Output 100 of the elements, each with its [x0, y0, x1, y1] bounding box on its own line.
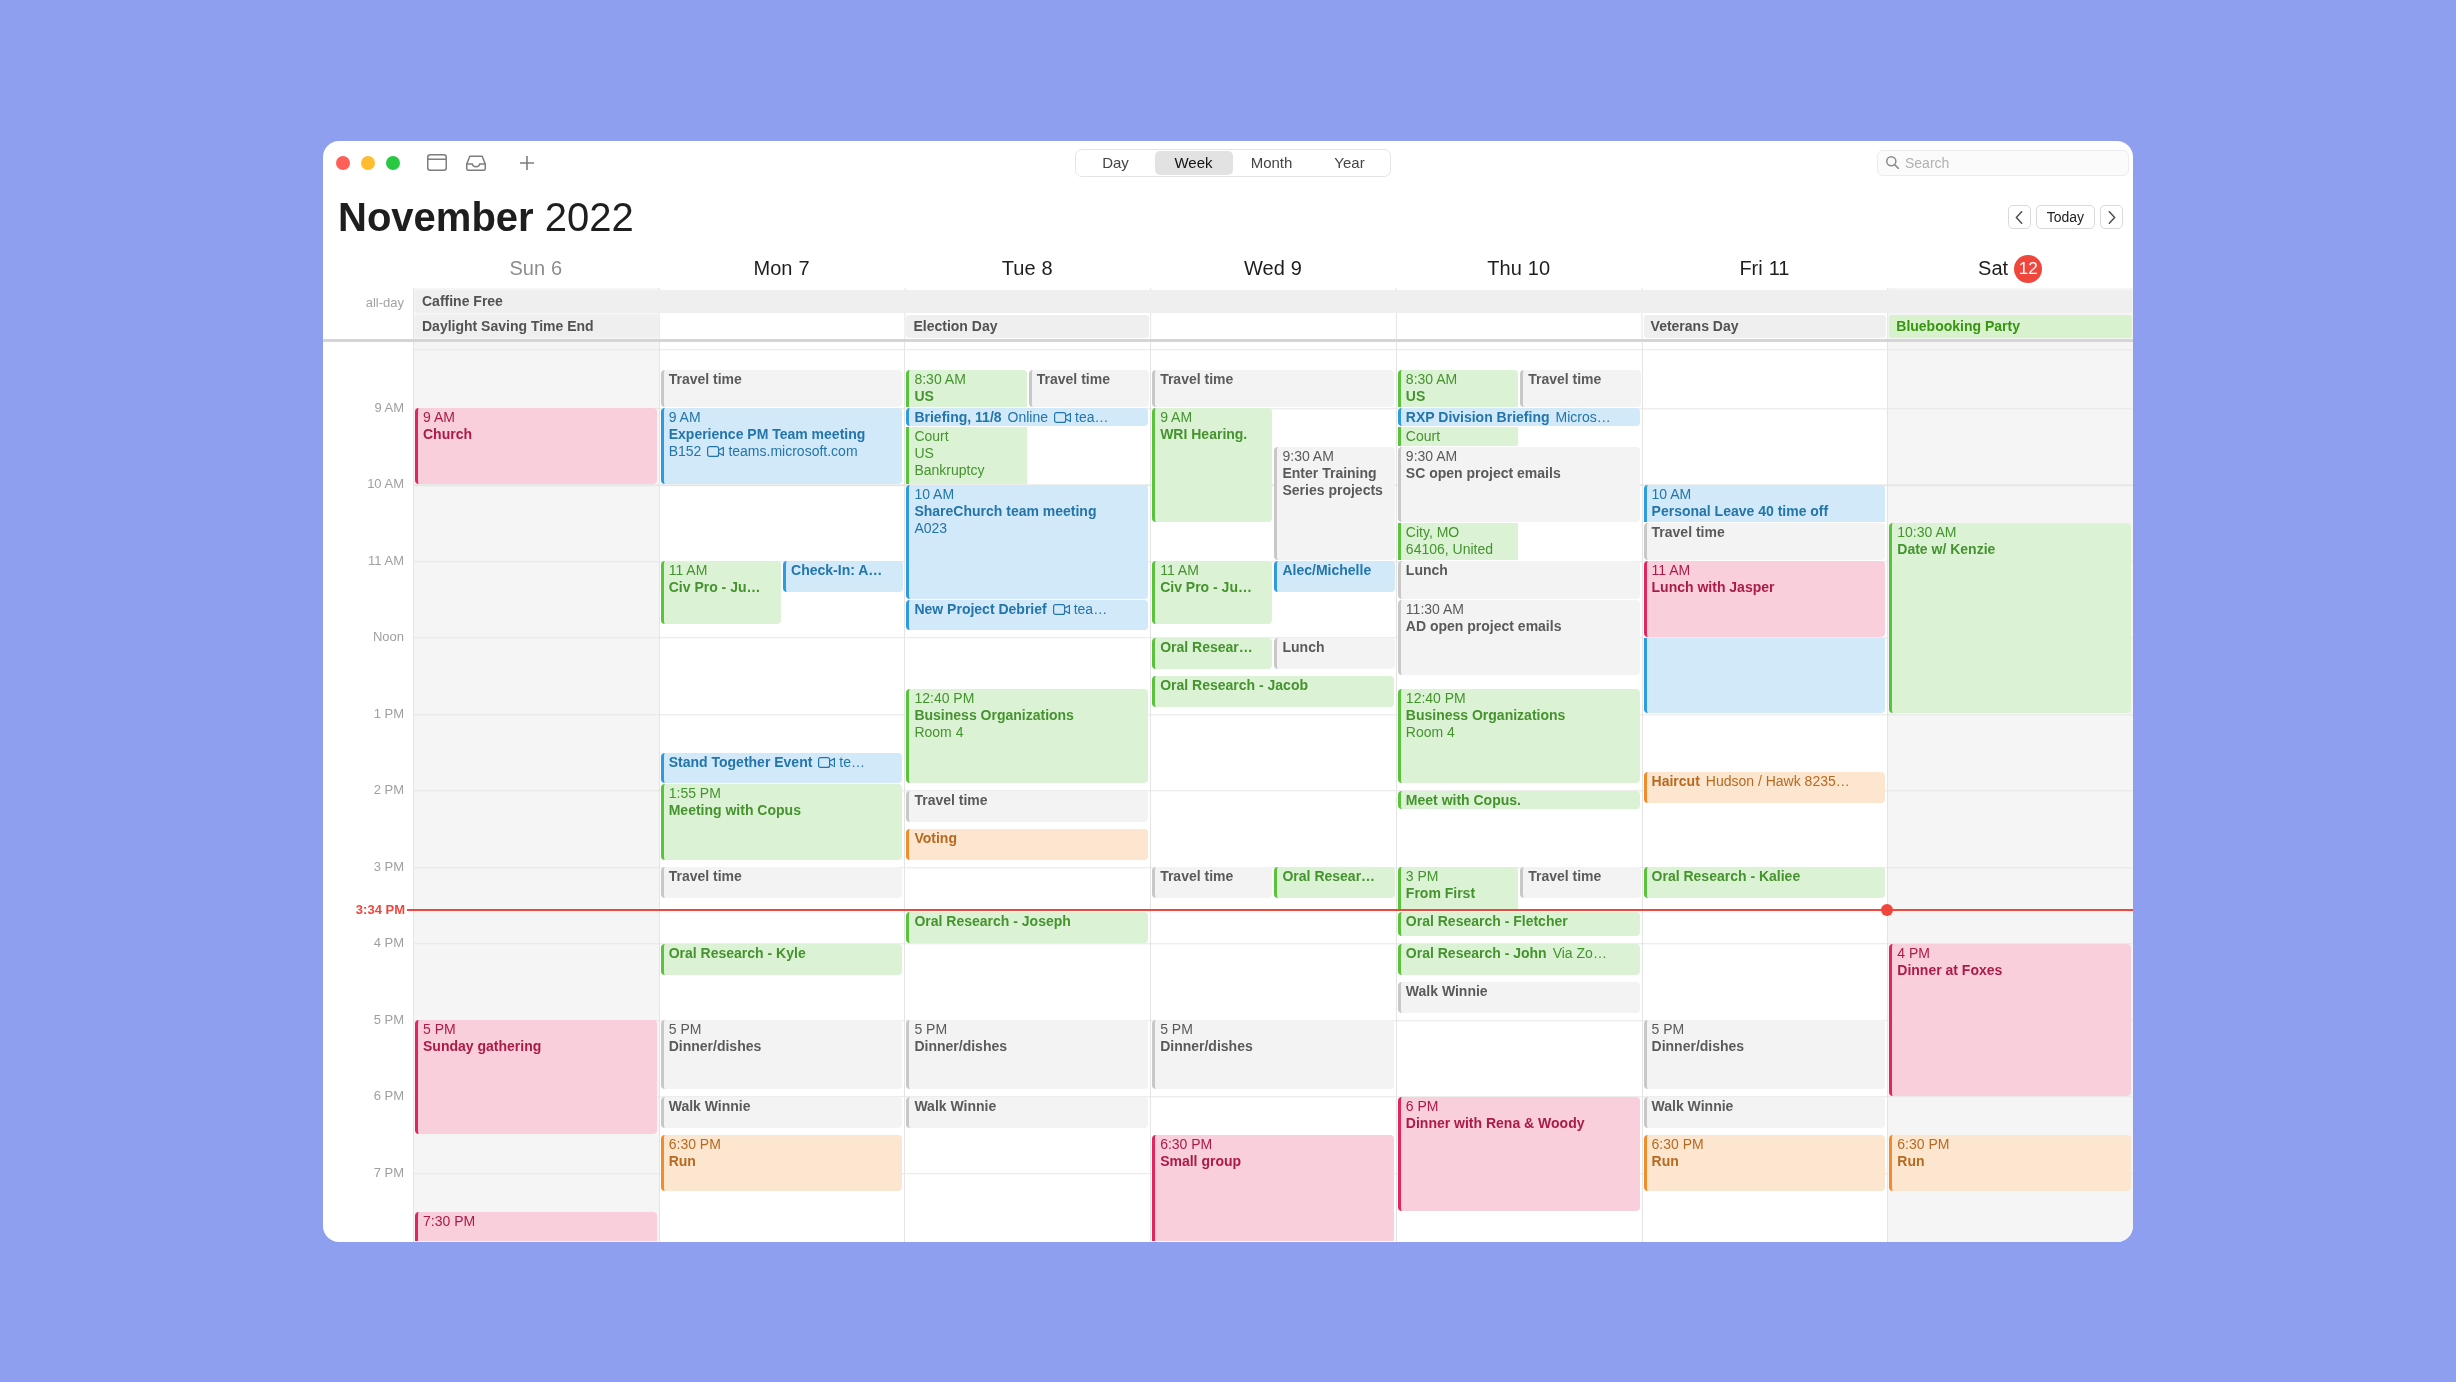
today-button[interactable]: Today — [2035, 205, 2095, 229]
calendar-event[interactable]: 9:30 AM SC open project emails — [1397, 446, 1640, 523]
event-time: 4 PM — [1897, 944, 1931, 962]
calendar-event[interactable]: 11 AM Civ Pro - Ju… — [660, 561, 782, 625]
event-time: 9:30 AM — [1405, 447, 1459, 465]
calendar-event[interactable]: Travel time — [1643, 523, 1886, 561]
calendar-event[interactable]: Oral Research - John Via Zo… — [1397, 943, 1640, 975]
calendar-event[interactable]: 11:30 AM AD open project emails — [1397, 599, 1640, 676]
calendar-event[interactable]: Oral Research - Kaliee — [1643, 867, 1886, 899]
calendar-event[interactable]: 12:40 PM Business Organizations Room 4 — [906, 688, 1149, 784]
event-location: Hudson / Hawk 8235… — [1705, 772, 1850, 789]
calendar-event[interactable]: Oral Research - Kyle — [660, 943, 903, 975]
calendar-event[interactable]: 9 AM WRI Hearing. — [1152, 408, 1273, 523]
calendar-event[interactable]: Alec/Michelle — [1274, 561, 1395, 593]
view-tab[interactable]: Year — [1310, 150, 1389, 175]
calendar-event[interactable]: Briefing, 11/8 Online tea… — [906, 408, 1149, 427]
hour-label: 3 PM — [373, 858, 404, 875]
calendar-event[interactable]: 6:30 PM Run — [660, 1135, 903, 1192]
calendar-event[interactable]: Travel time — [660, 370, 903, 408]
calendar-event[interactable]: 6 PM Dinner with Rena & Woody — [1397, 1096, 1640, 1211]
calendar-event[interactable]: 8:30 AM US — [906, 370, 1027, 408]
event-title: From First — [1405, 885, 1477, 903]
calendar-event[interactable]: Oral Research - Fletcher — [1397, 911, 1640, 937]
next-week-button[interactable] — [2100, 205, 2123, 229]
calendar-event[interactable]: 12:40 PM Business Organizations Room 4 — [1397, 688, 1640, 784]
calendar-event[interactable]: 10 AM Personal Leave 40 time off — [1643, 484, 1886, 523]
all-day-event[interactable]: Election Day — [906, 314, 1150, 338]
calendar-event[interactable]: 6:30 PM Run — [1643, 1135, 1886, 1192]
all-day-event[interactable]: Bluebooking Party — [1889, 314, 2132, 338]
view-tab[interactable]: Week — [1154, 150, 1233, 175]
hour-label: 1 PM — [373, 705, 404, 722]
search-field[interactable]: Search — [1877, 149, 2129, 176]
inbox-icon[interactable] — [466, 154, 486, 171]
calendar-event[interactable]: 9 AM Experience PM Team meeting B152 teams.microsoft.com — [660, 408, 903, 484]
calendar-event[interactable]: Court — [1397, 427, 1519, 446]
previous-week-button[interactable] — [2007, 205, 2031, 229]
calendar-event[interactable]: Check-In: A… — [783, 561, 904, 593]
calendar-event[interactable]: New Project Debrief tea… — [906, 599, 1149, 631]
calendar-event[interactable]: Walk Winnie — [1643, 1096, 1886, 1128]
event-title: RXP Division Briefing — [1405, 409, 1550, 426]
calendar-event[interactable]: 10 AM ShareChurch team meeting A023 — [906, 484, 1149, 599]
calendar-event[interactable]: 5 PM Dinner/dishes — [1152, 1020, 1394, 1090]
calendar-event[interactable]: 5 PM Dinner/dishes — [660, 1020, 903, 1090]
calendar-event[interactable]: Walk Winnie — [906, 1096, 1149, 1128]
zoom-button[interactable] — [386, 155, 400, 170]
event-time: 11 AM — [1651, 562, 1692, 580]
calendar-event[interactable]: Travel time — [1520, 370, 1641, 408]
view-tab[interactable]: Month — [1232, 150, 1311, 175]
calendar-event[interactable]: 7:30 PM — [415, 1211, 657, 1241]
calendar-event[interactable]: Meet with Copus. — [1397, 790, 1640, 809]
calendar-event[interactable]: 5 PM Sunday gathering — [415, 1020, 657, 1135]
calendar-event[interactable]: Travel time — [660, 867, 903, 899]
calendar-event[interactable]: Oral Research - Jacob — [1152, 676, 1394, 707]
calendar-event[interactable]: 3 PM From First — [1397, 867, 1519, 911]
calendar-event[interactable]: Lunch — [1274, 637, 1395, 669]
calendar-event[interactable]: Court US Bankruptcy — [906, 427, 1027, 484]
all-day-event[interactable]: Caffine Free — [415, 289, 2132, 313]
event-detail: 64106, United — [1405, 541, 1495, 559]
calendar-event[interactable]: 5 PM Dinner/dishes — [906, 1020, 1149, 1090]
calendar-event[interactable]: Haircut Hudson / Hawk 8235… — [1643, 771, 1886, 803]
close-button[interactable] — [336, 155, 350, 170]
calendar-event[interactable]: Travel time — [1152, 370, 1394, 408]
calendar-event[interactable]: Oral Resear… — [1274, 867, 1395, 899]
event-title: Walk Winnie — [914, 1097, 997, 1114]
calendar-event[interactable]: Travel time — [906, 790, 1149, 822]
calendar-event[interactable]: Travel time — [1152, 867, 1273, 899]
calendar-event[interactable]: 11 AM Civ Pro - Ju… — [1152, 561, 1273, 625]
day-number: 9 — [1290, 257, 1302, 280]
calendar-event[interactable]: Stand Together Event te… — [660, 752, 903, 784]
event-title: Civ Pro - Ju… — [668, 579, 762, 597]
calendar-event[interactable]: Lunch — [1397, 561, 1640, 599]
plus-icon[interactable] — [520, 155, 534, 170]
calendar-event[interactable]: Oral Research - Joseph — [906, 911, 1149, 943]
calendar-event[interactable]: Travel time — [1520, 867, 1641, 899]
calendar-event[interactable]: 11 AM Lunch with Jasper — [1643, 561, 1886, 637]
calendar-event[interactable]: 8:30 AM US — [1397, 370, 1519, 408]
calendar-event[interactable]: Travel time — [1028, 370, 1150, 408]
calendar-event[interactable]: Walk Winnie — [660, 1096, 903, 1128]
calendar-icon[interactable] — [427, 154, 447, 171]
calendar-event[interactable]: 1:55 PM Meeting with Copus — [660, 784, 903, 860]
calendar-event[interactable]: 10:30 AM Date w/ Kenzie — [1889, 523, 2131, 714]
calendar-event[interactable]: 6:30 PM Small group — [1152, 1135, 1394, 1241]
all-day-event[interactable]: Daylight Saving Time End — [415, 314, 658, 338]
event-time: 6 PM — [1405, 1097, 1440, 1115]
calendar-event[interactable]: 6:30 PM Run — [1889, 1135, 2131, 1192]
calendar-event[interactable]: Oral Resear… — [1152, 637, 1273, 669]
event-title: Travel time — [1160, 371, 1234, 388]
minimize-button[interactable] — [361, 155, 375, 170]
view-tab[interactable]: Day — [1076, 150, 1155, 175]
calendar-event[interactable]: 9 AM Church — [415, 408, 657, 484]
calendar-event[interactable]: RXP Division Briefing Micros… — [1397, 408, 1640, 427]
all-day-event[interactable]: Veterans Day — [1643, 314, 1887, 338]
calendar-event[interactable]: 5 PM Dinner/dishes — [1643, 1020, 1886, 1090]
search-input[interactable]: Search — [1905, 152, 2105, 173]
calendar-event[interactable]: 4 PM Dinner at Foxes — [1889, 943, 2131, 1096]
calendar-event[interactable]: Walk Winnie — [1397, 982, 1640, 1013]
event-title: New Project Debrief — [914, 600, 1047, 617]
calendar-event[interactable]: City, MO 64106, United — [1397, 523, 1519, 561]
calendar-event[interactable]: Voting — [906, 829, 1149, 860]
calendar-event[interactable]: 9:30 AM Enter Training Series projects — [1274, 446, 1395, 561]
